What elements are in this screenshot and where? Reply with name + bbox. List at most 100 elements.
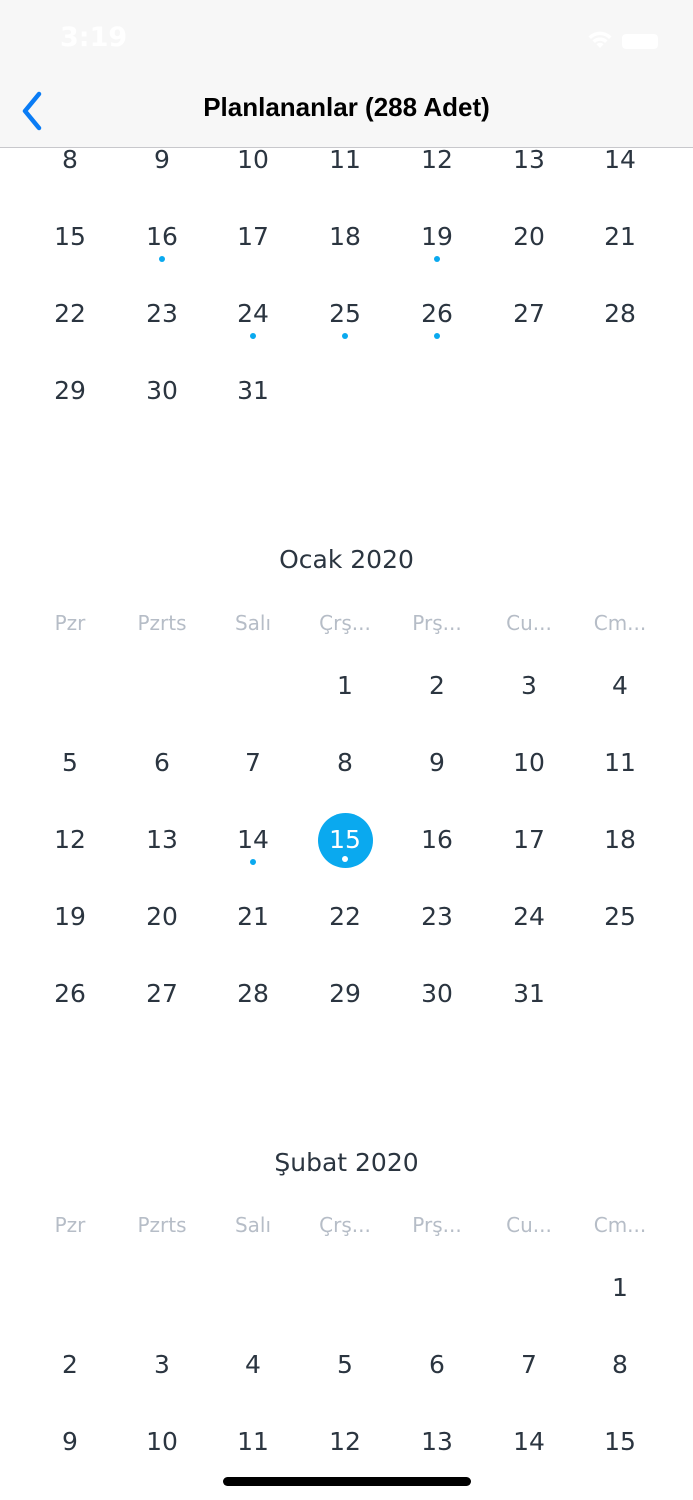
day-number: 31: [237, 376, 269, 405]
day-cell[interactable]: 29: [24, 361, 116, 421]
day-number: 8: [62, 145, 78, 174]
day-cell[interactable]: 13: [391, 1412, 483, 1472]
day-cell[interactable]: 10: [483, 733, 575, 793]
home-indicator: [223, 1477, 471, 1486]
day-number: 20: [146, 902, 178, 931]
day-cell[interactable]: 18: [574, 810, 666, 870]
day-number: 13: [513, 145, 545, 174]
day-cell[interactable]: 28: [574, 284, 666, 344]
day-cell[interactable]: 1: [574, 1258, 666, 1318]
day-cell[interactable]: 27: [483, 284, 575, 344]
day-cell[interactable]: 11: [574, 733, 666, 793]
day-cell[interactable]: 17: [207, 207, 299, 267]
day-cell[interactable]: 11: [207, 1412, 299, 1472]
day-cell[interactable]: 14: [483, 1412, 575, 1472]
day-number: 30: [421, 979, 453, 1008]
day-cell[interactable]: 20: [116, 887, 208, 947]
day-cell[interactable]: 6: [391, 1335, 483, 1395]
weekday-label: Cu...: [506, 1213, 552, 1237]
status-time: 3:19: [60, 22, 128, 53]
day-number: 14: [237, 825, 269, 854]
day-cell[interactable]: 5: [24, 733, 116, 793]
day-cell[interactable]: 28: [207, 964, 299, 1024]
day-cell[interactable]: 21: [207, 887, 299, 947]
day-cell[interactable]: 8: [299, 733, 391, 793]
day-number: 19: [54, 902, 86, 931]
day-cell[interactable]: 8: [574, 1335, 666, 1395]
day-cell[interactable]: 6: [116, 733, 208, 793]
day-cell[interactable]: 23: [391, 887, 483, 947]
day-cell[interactable]: 12: [24, 810, 116, 870]
day-cell[interactable]: 29: [299, 964, 391, 1024]
day-cell[interactable]: 16: [116, 207, 208, 267]
day-cell[interactable]: 31: [207, 361, 299, 421]
day-cell[interactable]: 25: [299, 284, 391, 344]
day-cell[interactable]: 7: [483, 1335, 575, 1395]
event-dot: [434, 256, 440, 262]
day-cell[interactable]: 3: [116, 1335, 208, 1395]
weekday-label: Salı: [234, 611, 272, 635]
day-cell[interactable]: 18: [299, 207, 391, 267]
event-dot: [159, 256, 165, 262]
day-cell[interactable]: 25: [574, 887, 666, 947]
day-cell[interactable]: 9: [391, 733, 483, 793]
day-cell[interactable]: 14: [207, 810, 299, 870]
day-cell[interactable]: 26: [391, 284, 483, 344]
day-cell[interactable]: 1: [299, 656, 391, 716]
event-dot: [250, 859, 256, 865]
day-cell[interactable]: 12: [299, 1412, 391, 1472]
weekday-label: Çrş...: [319, 1213, 371, 1237]
day-number: 7: [521, 1350, 537, 1379]
day-cell[interactable]: 31: [483, 964, 575, 1024]
day-cell[interactable]: 13: [116, 810, 208, 870]
day-number: 17: [237, 222, 269, 251]
day-cell[interactable]: 26: [24, 964, 116, 1024]
event-dot: [342, 333, 348, 339]
day-number: 16: [421, 825, 453, 854]
day-cell[interactable]: 30: [391, 964, 483, 1024]
day-cell[interactable]: 15: [574, 1412, 666, 1472]
day-cell[interactable]: 7: [207, 733, 299, 793]
day-cell[interactable]: 19: [391, 207, 483, 267]
day-number: 10: [237, 145, 269, 174]
day-cell[interactable]: 4: [207, 1335, 299, 1395]
day-cell[interactable]: 20: [483, 207, 575, 267]
battery-icon: [622, 34, 658, 49]
navigation-bar: 3:19 Planlananlar (288 Adet): [0, 0, 693, 148]
day-cell[interactable]: 2: [24, 1335, 116, 1395]
day-cell[interactable]: 9: [24, 1412, 116, 1472]
day-cell[interactable]: 5: [299, 1335, 391, 1395]
day-cell[interactable]: 10: [116, 1412, 208, 1472]
day-cell[interactable]: 19: [24, 887, 116, 947]
day-cell[interactable]: 22: [299, 887, 391, 947]
day-number: 18: [329, 222, 361, 251]
selected-day-cell[interactable]: 15: [299, 810, 391, 870]
day-number: 18: [604, 825, 636, 854]
day-cell[interactable]: 24: [483, 887, 575, 947]
day-number: 21: [237, 902, 269, 931]
day-cell[interactable]: 22: [24, 284, 116, 344]
day-number: 22: [329, 902, 361, 931]
day-number: 2: [429, 671, 445, 700]
day-cell[interactable]: 23: [116, 284, 208, 344]
day-cell[interactable]: 4: [574, 656, 666, 716]
day-cell[interactable]: 15: [24, 207, 116, 267]
weekday-label: Pzr: [54, 1213, 86, 1237]
day-cell[interactable]: 30: [116, 361, 208, 421]
day-cell[interactable]: 24: [207, 284, 299, 344]
weekday-label: Pzrts: [137, 1213, 187, 1237]
day-cell[interactable]: 21: [574, 207, 666, 267]
day-cell[interactable]: 27: [116, 964, 208, 1024]
day-number: 4: [612, 671, 628, 700]
day-cell[interactable]: 3: [483, 656, 575, 716]
calendar-scroll[interactable]: 8 9 10 11 12 13 14 15 16 17 18 19 20 21 22 23 24 25 26 27 28…: [0, 0, 693, 1500]
day-cell[interactable]: 17: [483, 810, 575, 870]
day-number: 15: [604, 1427, 636, 1456]
day-number: 2: [62, 1350, 78, 1379]
day-number: 9: [154, 145, 170, 174]
day-cell[interactable]: 2: [391, 656, 483, 716]
weekday-label: Çrş...: [319, 611, 371, 635]
day-cell[interactable]: 16: [391, 810, 483, 870]
day-number: 3: [521, 671, 537, 700]
day-number: 7: [245, 748, 261, 777]
